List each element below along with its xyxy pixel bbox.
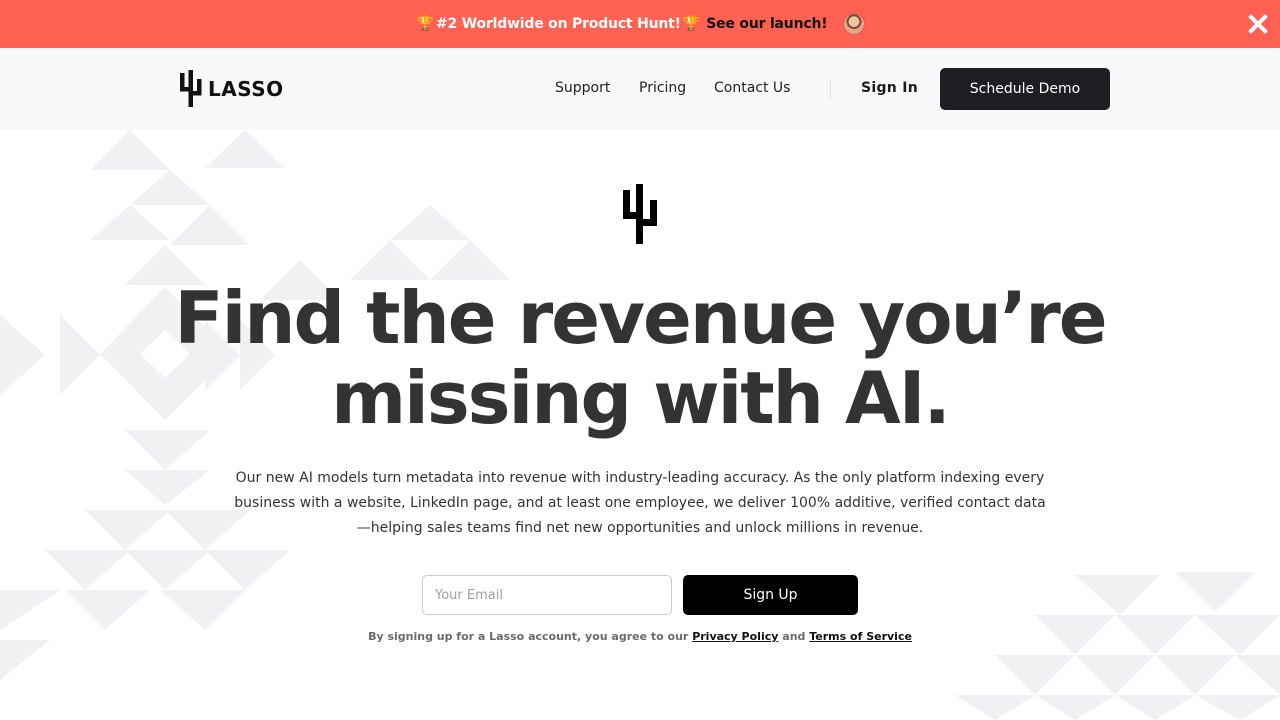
close-icon[interactable] <box>1246 12 1270 36</box>
nav-link-pricing[interactable]: Pricing <box>639 80 686 96</box>
logo[interactable]: LASSO <box>180 70 284 107</box>
nav-link-contact-us[interactable]: Contact Us <box>714 80 790 96</box>
banner-launch-link[interactable]: See our launch! <box>706 16 827 32</box>
announcement-banner: 🏆 #2 Worldwide on Product Hunt! 🏆 See ou… <box>0 0 1280 48</box>
terms-and: and <box>782 630 806 643</box>
trophy-icon: 🏆 <box>416 16 435 32</box>
nav-divider <box>830 78 831 100</box>
sign-up-button[interactable]: Sign Up <box>683 575 858 615</box>
hero-title: Find the revenue you’re missing with AI. <box>0 278 1280 438</box>
schedule-demo-button[interactable]: Schedule Demo <box>940 68 1110 110</box>
privacy-policy-link[interactable]: Privacy Policy <box>692 630 778 643</box>
cactus-logo-icon <box>180 70 202 107</box>
trophy-icon: 🏆 <box>682 16 701 32</box>
hero-title-line-1: Find the revenue you’re <box>174 276 1107 360</box>
banner-content[interactable]: 🏆 #2 Worldwide on Product Hunt! 🏆 See ou… <box>415 13 866 35</box>
hero-subtitle: Our new AI models turn metadata into rev… <box>234 470 1046 536</box>
terms-prefix: By signing up for a Lasso account, you a… <box>368 630 689 643</box>
hero-title-line-2: missing with AI. <box>331 356 951 440</box>
sign-in-link[interactable]: Sign In <box>861 80 918 96</box>
email-field[interactable] <box>422 575 672 615</box>
banner-text: #2 Worldwide on Product Hunt! <box>436 16 681 32</box>
terms-of-service-link[interactable]: Terms of Service <box>809 630 912 643</box>
logo-text: LASSO <box>208 76 284 101</box>
avatar-icon <box>843 13 866 35</box>
top-navigation: LASSO Support Pricing Contact Us Sign In… <box>0 48 1280 130</box>
nav-link-support[interactable]: Support <box>555 80 610 96</box>
terms-notice: By signing up for a Lasso account, you a… <box>0 630 1280 643</box>
cactus-logo-icon <box>623 184 657 244</box>
